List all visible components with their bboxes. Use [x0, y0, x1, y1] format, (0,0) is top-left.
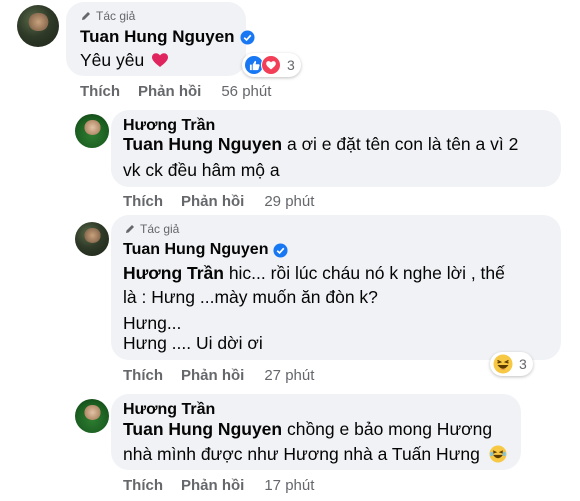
comment-actions: Thích Phản hồi 17 phút: [123, 477, 314, 494]
reply-button[interactable]: Phản hồi: [181, 477, 244, 494]
reply-button[interactable]: Phản hồi: [181, 193, 244, 210]
like-button[interactable]: Thích: [123, 477, 163, 494]
reaction-summary[interactable]: 3: [490, 352, 533, 376]
love-reaction-icon: [261, 55, 281, 75]
commenter-name[interactable]: Tuan Hung Nguyen: [123, 241, 288, 259]
timestamp[interactable]: 27 phút: [264, 367, 314, 384]
author-tag: Tác giả: [124, 222, 179, 236]
verified-badge-icon: [240, 29, 255, 45]
comment-text: vk ck đều hâm mộ a: [123, 160, 280, 180]
mention-link[interactable]: Hương Trần: [123, 263, 224, 283]
comment-text: Hương Trần hic... rồi lúc cháu nó k nghe…: [123, 263, 505, 283]
reply-button[interactable]: Phản hồi: [138, 83, 201, 100]
author-tag: Tác giả: [80, 9, 135, 23]
verified-badge-icon: [273, 242, 288, 258]
comment-text: Tuan Hung Nguyen a ơi e đặt tên con là t…: [123, 134, 519, 154]
reply-button[interactable]: Phản hồi: [181, 367, 244, 384]
comment-text: Hưng .... Ui dời ơi: [123, 333, 263, 353]
comment-text: Tuan Hung Nguyen chồng e bảo mong Hương: [123, 419, 493, 439]
laughing-emoji-icon: [489, 445, 507, 463]
comment-text: nhà mình được như Hương nhà a Tuấn Hưng: [123, 441, 507, 468]
haha-reaction-icon: [493, 354, 513, 374]
like-button[interactable]: Thích: [123, 193, 163, 210]
pen-icon: [126, 225, 134, 233]
avatar[interactable]: [75, 222, 109, 256]
comment-text: Yêu yêu: [80, 47, 169, 74]
commenter-name[interactable]: Tuan Hung Nguyen: [80, 27, 255, 47]
comment-text: là : Hưng ...mày muốn ăn đòn k?: [123, 287, 378, 307]
pen-icon: [82, 12, 90, 20]
like-button[interactable]: Thích: [123, 367, 163, 384]
timestamp[interactable]: 17 phút: [264, 477, 314, 494]
timestamp[interactable]: 56 phút: [221, 83, 271, 100]
mention-link[interactable]: Tuan Hung Nguyen: [123, 134, 282, 154]
like-button[interactable]: Thích: [80, 83, 120, 100]
heart-icon: [152, 53, 169, 67]
comment-actions: Thích Phản hồi 27 phút: [123, 367, 314, 384]
comment-actions: Thích Phản hồi 29 phút: [123, 193, 314, 210]
avatar[interactable]: [75, 114, 109, 148]
comment-actions: Thích Phản hồi 56 phút: [80, 83, 271, 100]
reaction-summary[interactable]: 3: [242, 53, 301, 77]
timestamp[interactable]: 29 phút: [264, 193, 314, 210]
avatar[interactable]: [75, 399, 109, 433]
mention-link[interactable]: Tuan Hung Nguyen: [123, 419, 282, 439]
avatar[interactable]: [17, 5, 59, 47]
